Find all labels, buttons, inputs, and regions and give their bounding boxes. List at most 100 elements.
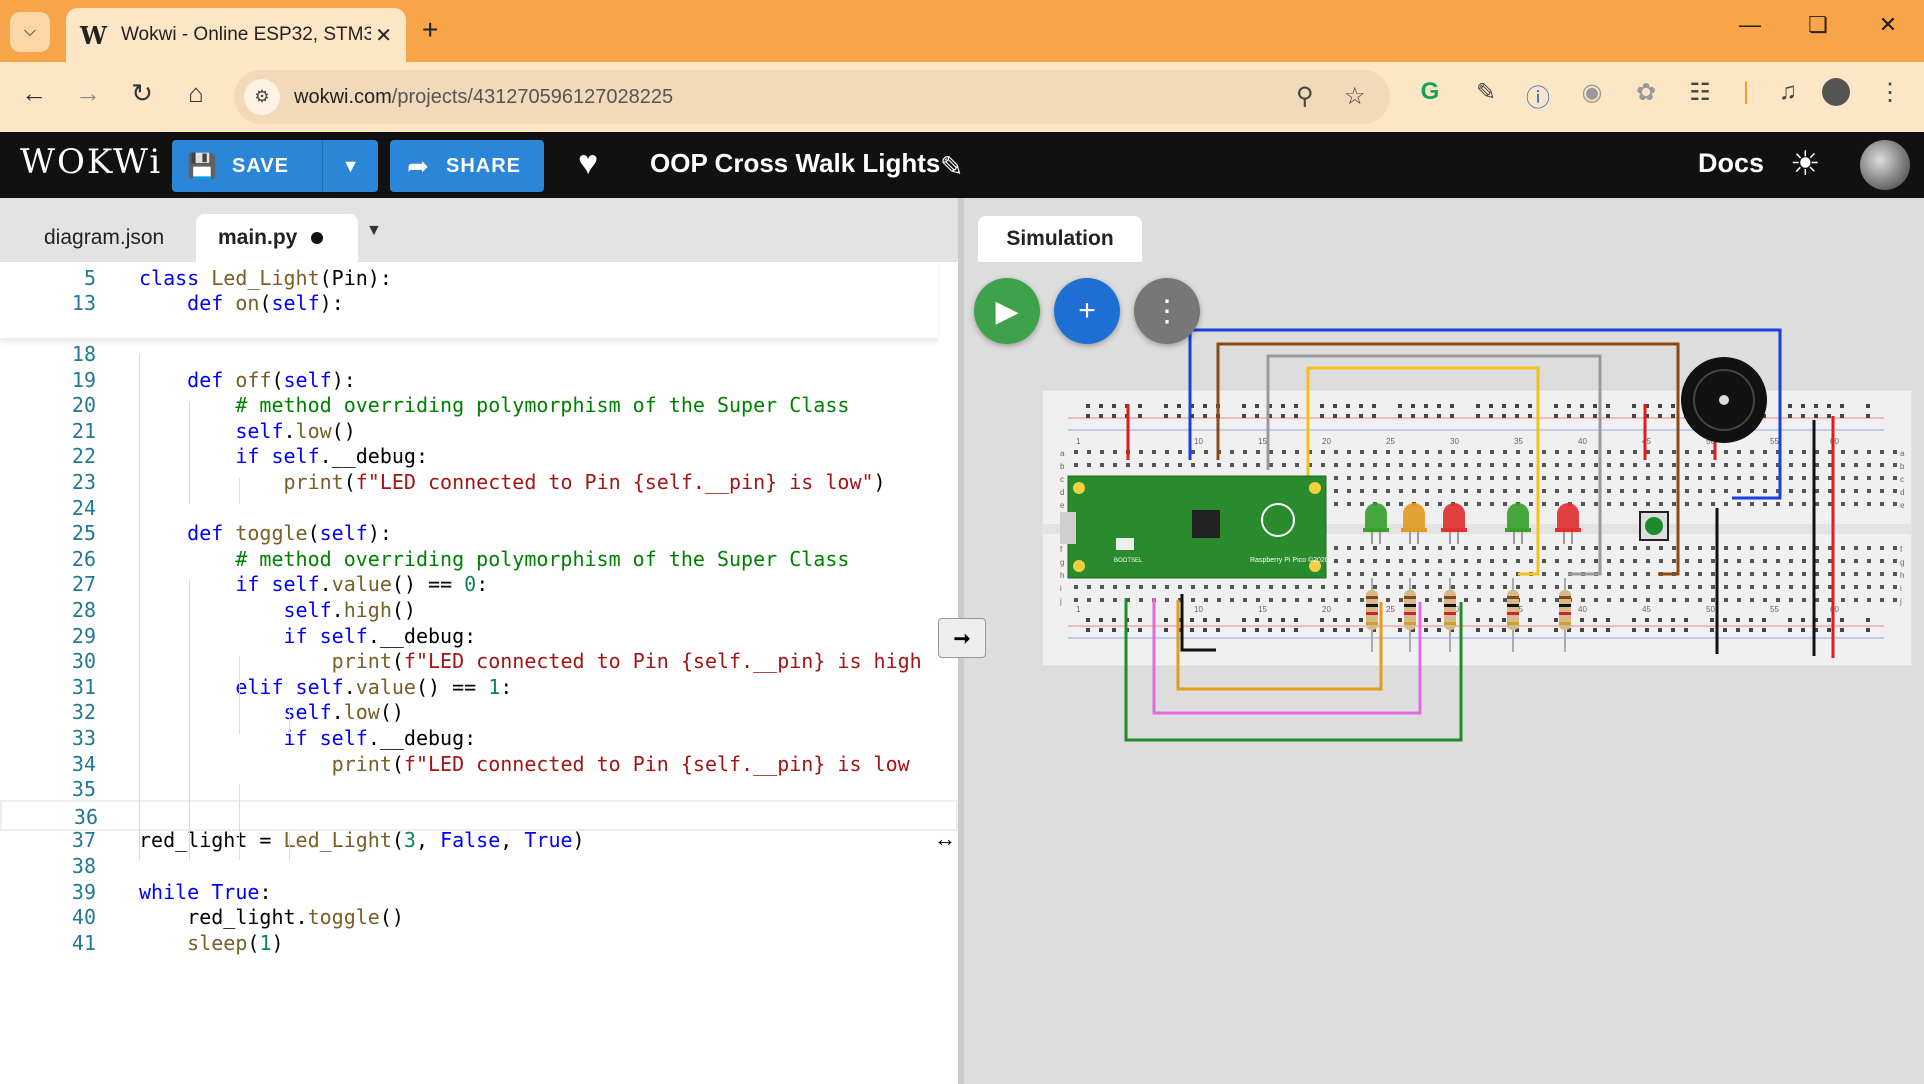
breadboard-hole xyxy=(1438,585,1442,589)
breadboard-number: 35 xyxy=(1514,437,1523,446)
breadboard-hole xyxy=(1503,572,1507,576)
profile-avatar-icon[interactable] xyxy=(1818,78,1854,113)
camera-extension-icon[interactable]: ◉ xyxy=(1574,78,1610,107)
address-bar[interactable]: ⚙ wokwi.com/projects/431270596127028225 … xyxy=(234,70,1390,124)
breadboard-hole xyxy=(1269,450,1273,454)
breadboard-number: 55 xyxy=(1770,605,1779,614)
browser-menu-icon[interactable]: ⋮ xyxy=(1872,78,1908,107)
breadboard-hole xyxy=(1412,559,1416,563)
heart-icon[interactable]: ♥ xyxy=(578,144,598,183)
forward-button[interactable]: → xyxy=(70,78,106,109)
mount-hole xyxy=(1073,560,1085,572)
breadboard-hole xyxy=(1503,502,1507,506)
breadboard-hole xyxy=(1334,598,1338,602)
password-extension-icon[interactable]: ⓘ xyxy=(1520,78,1556,113)
breadboard-hole xyxy=(1347,463,1351,467)
breadboard-hole xyxy=(1230,585,1234,589)
browser-tab[interactable]: W Wokwi - Online ESP32, STM32, ✕ xyxy=(66,8,406,62)
chevron-down-icon[interactable]: ▼ xyxy=(366,222,382,240)
breadboard-hole xyxy=(1762,628,1766,632)
pushbutton[interactable] xyxy=(1639,511,1669,541)
breadboard-hole xyxy=(1672,476,1676,480)
breadboard-hole xyxy=(1880,572,1884,576)
eyedropper-extension-icon[interactable]: ✎ xyxy=(1468,78,1504,107)
start-simulation-button[interactable]: ▶ xyxy=(974,278,1040,344)
tab-simulation[interactable]: Simulation xyxy=(978,216,1142,262)
window-close-icon[interactable]: ✕ xyxy=(1868,12,1908,38)
collapse-editor-button[interactable]: ➞ xyxy=(938,618,986,658)
reload-button[interactable]: ↻ xyxy=(124,78,160,109)
restore-icon[interactable]: ❏ xyxy=(1798,12,1838,38)
user-avatar[interactable] xyxy=(1860,140,1910,190)
breadboard-hole xyxy=(1451,572,1455,576)
sun-icon[interactable]: ☀ xyxy=(1790,144,1820,184)
zoom-icon[interactable]: ⚲ xyxy=(1296,82,1314,111)
breadboard-hole xyxy=(1425,559,1429,563)
share-button[interactable]: ➦ SHARE xyxy=(390,140,544,192)
extensions-puzzle-icon[interactable]: ☷ xyxy=(1682,78,1718,107)
code-area[interactable]: 5 class Led_Light(Pin): 13 def on(self): 1… xyxy=(0,262,958,1084)
browser-toolbar: ← → ↻ ⌂ ⚙ wokwi.com/projects/43127059612… xyxy=(0,62,1924,132)
docs-link[interactable]: Docs xyxy=(1698,148,1764,179)
save-dropdown-button[interactable]: ▼ xyxy=(322,140,378,192)
breadboard-hole xyxy=(1672,598,1676,602)
pencil-icon[interactable]: ✎ xyxy=(940,150,963,183)
more-options-button[interactable]: ⋮ xyxy=(1134,278,1200,344)
url-text[interactable]: wokwi.com/projects/431270596127028225 xyxy=(294,86,673,109)
breadboard-hole xyxy=(1685,572,1689,576)
add-part-button[interactable]: + xyxy=(1054,278,1120,344)
piezo-buzzer[interactable] xyxy=(1681,357,1767,443)
breadboard-number: 55 xyxy=(1770,437,1779,446)
grammarly-extension-icon[interactable]: G xyxy=(1412,78,1448,106)
breadboard-number: 45 xyxy=(1642,605,1651,614)
breadboard-hole xyxy=(1815,476,1819,480)
breadboard-hole xyxy=(1438,489,1442,493)
breadboard-hole xyxy=(1321,598,1325,602)
breadboard-hole xyxy=(1320,414,1324,418)
close-icon[interactable]: ✕ xyxy=(375,23,392,48)
code-line[interactable]: 41 sleep(1) xyxy=(0,928,958,959)
breadboard-hole xyxy=(1698,559,1702,563)
breadboard-hole xyxy=(1412,463,1416,467)
project-title[interactable]: OOP Cross Walk Lights xyxy=(650,148,940,179)
breadboard-hole xyxy=(1750,463,1754,467)
breadboard-hole xyxy=(1567,404,1571,408)
breadboard-hole xyxy=(1451,489,1455,493)
breadboard-hole xyxy=(1789,598,1793,602)
breadboard-hole xyxy=(1581,463,1585,467)
minimize-icon[interactable]: — xyxy=(1730,12,1770,38)
chevron-down-icon: ⌵ xyxy=(23,23,37,40)
new-tab-button[interactable]: + xyxy=(422,14,438,46)
site-info-button[interactable]: ⚙ xyxy=(244,79,280,115)
save-button[interactable]: 💾 SAVE ▼ xyxy=(172,140,378,192)
breadboard-hole xyxy=(1633,598,1637,602)
star-icon[interactable]: ☆ xyxy=(1344,82,1366,111)
pushbutton-cap[interactable] xyxy=(1645,517,1663,535)
breadboard-hole xyxy=(1828,476,1832,480)
extension-icon[interactable]: ✿ xyxy=(1628,78,1664,107)
sticky-scroll-header[interactable]: 5 class Led_Light(Pin): 13 def on(self): xyxy=(0,262,938,340)
breadboard-number: 60 xyxy=(1830,605,1839,614)
code-line[interactable]: 13 def on(self): xyxy=(0,288,958,319)
breadboard-hole xyxy=(1334,572,1338,576)
breadboard-hole xyxy=(1801,628,1805,632)
media-controls-icon[interactable]: ♫ xyxy=(1770,78,1806,106)
home-button[interactable]: ⌂ xyxy=(178,78,214,109)
bootsel-button[interactable] xyxy=(1116,538,1134,550)
tab-diagram-json[interactable]: diagram.json xyxy=(22,214,186,262)
breadboard-hole xyxy=(1464,585,1468,589)
breadboard-hole xyxy=(1542,598,1546,602)
back-button[interactable]: ← xyxy=(16,78,52,109)
breadboard-hole xyxy=(1113,598,1117,602)
breadboard-hole xyxy=(1580,414,1584,418)
breadboard-hole xyxy=(1295,585,1299,589)
tab-search-button[interactable]: ⌵ xyxy=(10,12,50,52)
more-vertical-icon: ⋮ xyxy=(1152,294,1182,328)
wokwi-logo[interactable]: WOKWi xyxy=(20,142,162,182)
breadboard-hole xyxy=(1269,463,1273,467)
tab-main-py[interactable]: main.py xyxy=(196,214,358,262)
breadboard-hole xyxy=(1646,502,1650,506)
raspberry-pi-pico[interactable]: Raspberry Pi Pico ©2020 BOOTSEL xyxy=(1060,475,1329,579)
breadboard-hole xyxy=(1763,450,1767,454)
breadboard-hole xyxy=(1347,585,1351,589)
